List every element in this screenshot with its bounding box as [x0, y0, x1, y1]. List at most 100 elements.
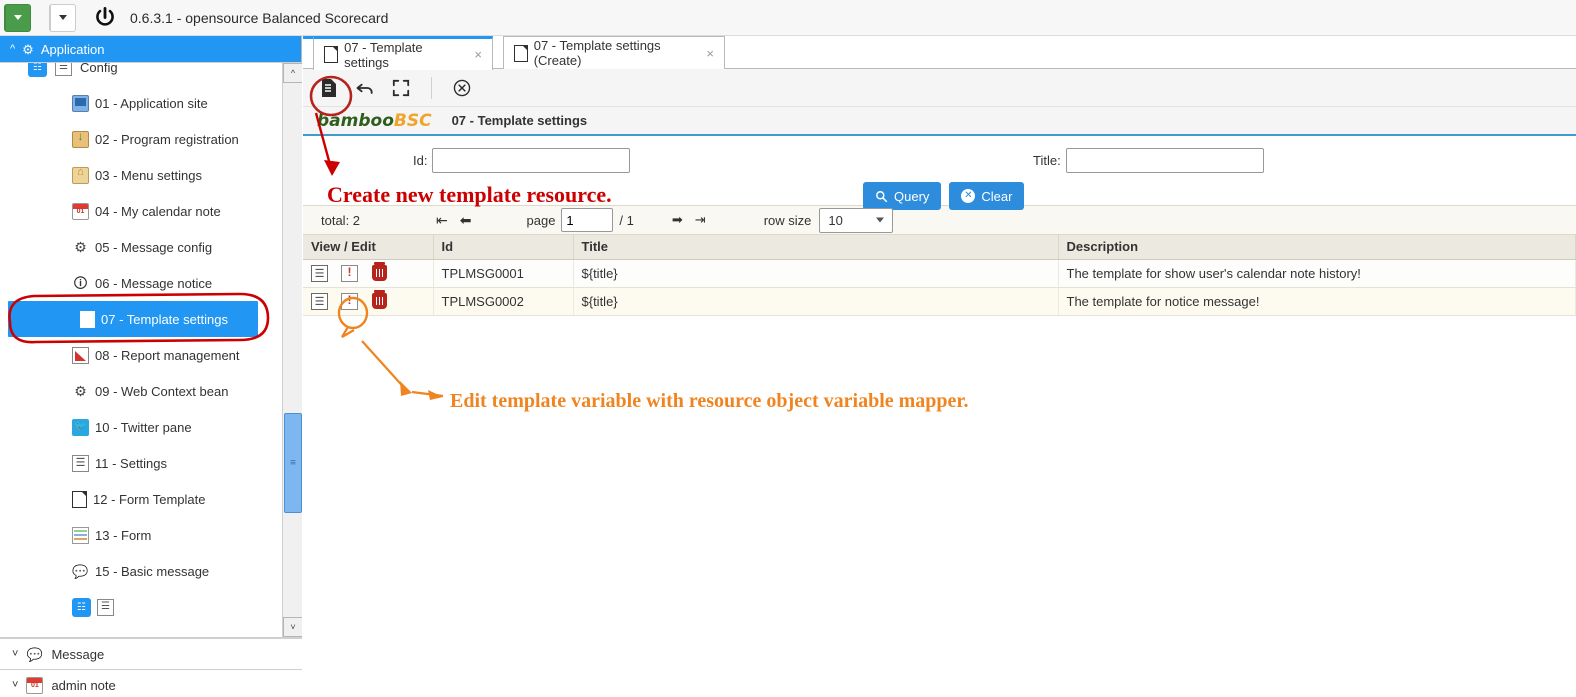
chat-icon: 💬 — [26, 646, 44, 662]
tab-close-icon[interactable]: × — [474, 47, 482, 62]
chevron-down-icon: ˅ — [12, 647, 19, 660]
row-size-select[interactable]: 10 — [819, 207, 894, 233]
sidebar-item-application-site[interactable]: 01 - Application site — [0, 85, 281, 121]
view-icon[interactable]: ☰ — [311, 292, 328, 310]
tab-template-settings[interactable]: 07 - Template settings × — [313, 36, 493, 70]
list-icon: ☰ — [72, 454, 89, 472]
help-button[interactable]: Help — [49, 3, 1576, 71]
tab-close-icon[interactable]: × — [706, 46, 714, 61]
sidebar-item-config[interactable]: ☷ ☰ Config — [0, 63, 281, 85]
form-icon — [72, 526, 89, 544]
row-actions: ☰ — [303, 287, 434, 316]
top-toolbar: ⚙ Application Help 0.6.3.1 - opensource … — [0, 0, 1576, 71]
scroll-down-button[interactable]: ˅ — [283, 617, 302, 637]
config-badge-icon: ☷ — [28, 63, 47, 77]
pagination-prev-group: ⇤ ⬅ — [436, 212, 471, 229]
document-icon — [80, 310, 95, 328]
sidebar-header-application[interactable]: ^ ⚙ Application — [0, 36, 301, 62]
document-icon — [324, 46, 339, 63]
sidebar-tree-list: ☷ ☰ Config 01 - Application site 02 - Pr… — [0, 63, 281, 625]
sidebar-item-program-registration[interactable]: 02 - Program registration — [0, 121, 281, 157]
page-input[interactable] — [561, 208, 614, 232]
sidebar-item-basic-message[interactable]: 💬 15 - Basic message — [0, 553, 281, 589]
sidebar-tree-viewport: ☷ ☰ Config 01 - Application site 02 - Pr… — [0, 63, 281, 637]
query-button-label: Query — [894, 188, 930, 204]
column-header-view-edit: View / Edit — [303, 235, 434, 260]
id-field-group: Id: — [413, 148, 631, 173]
sidebar-item-label: 12 - Form Template — [93, 491, 206, 507]
sidebar-item-template-settings[interactable]: 07 - Template settings — [8, 301, 258, 337]
query-button[interactable]: Query — [863, 182, 942, 210]
edit-icon[interactable] — [341, 264, 358, 282]
title-field-group: Title: — [1033, 148, 1264, 173]
next-page-icon[interactable]: ➡ — [672, 212, 683, 228]
id-input[interactable] — [432, 148, 631, 173]
sidebar-item-form-template[interactable]: 12 - Form Template — [0, 481, 281, 517]
sidebar-item-menu-settings[interactable]: 03 - Menu settings — [0, 157, 281, 193]
application-window: ⚙ Application Help 0.6.3.1 - opensource … — [0, 0, 1576, 697]
sidebar-item-report-management[interactable]: 08 - Report management — [0, 337, 281, 373]
last-page-icon[interactable]: ⇥ — [695, 212, 706, 228]
title-input[interactable] — [1065, 148, 1264, 173]
sidebar-item-message-config[interactable]: ⚙ 05 - Message config — [0, 229, 281, 265]
folder-icon — [72, 166, 89, 184]
scrollbar-thumb[interactable] — [284, 413, 302, 513]
sidebar-item-message-notice[interactable]: 🛈 06 - Message notice — [0, 265, 281, 301]
sidebar-item-label: 07 - Template settings — [101, 311, 228, 327]
config-icon: ☰ — [97, 598, 114, 616]
edit-icon[interactable] — [341, 292, 358, 310]
cell-id: TPLMSG0002 — [433, 287, 574, 316]
chevron-down-icon — [876, 217, 885, 223]
view-icon[interactable]: ☰ — [311, 264, 328, 282]
undo-button[interactable] — [349, 73, 381, 103]
new-document-button[interactable] — [313, 73, 345, 103]
fullscreen-button[interactable] — [385, 73, 417, 103]
delete-icon[interactable] — [371, 262, 388, 282]
row-actions: ☰ — [303, 259, 434, 288]
sidebar-group-message[interactable]: ˅ 💬 Message — [0, 638, 302, 669]
scroll-up-button[interactable]: ^ — [283, 63, 302, 83]
sidebar-item-label: 13 - Form — [95, 527, 152, 543]
sidebar-item-label: 15 - Basic message — [95, 563, 210, 579]
chevron-up-icon: ^ — [10, 42, 16, 55]
column-header-id: Id — [433, 235, 574, 260]
chevron-down-icon: ˅ — [12, 678, 19, 691]
sidebar-item-label: 11 - Settings — [95, 455, 168, 471]
close-button[interactable] — [446, 73, 478, 103]
sidebar-item-my-calendar-note[interactable]: 04 - My calendar note — [0, 193, 281, 229]
sidebar-item-web-context-bean[interactable]: ⚙ 09 - Web Context bean — [0, 373, 281, 409]
prev-page-icon[interactable]: ⬅ — [460, 212, 472, 229]
sidebar-item-label: 10 - Twitter pane — [95, 419, 192, 435]
brand-part-bsc: BSC — [393, 110, 432, 131]
sidebar-item-twitter-pane[interactable]: 🐦 10 - Twitter pane — [0, 409, 281, 445]
table-row[interactable]: ☰ TPLMSG0001 ${title} The template for s… — [303, 259, 1576, 288]
column-header-description: Description — [1058, 235, 1576, 260]
first-page-icon[interactable]: ⇤ — [436, 212, 448, 229]
sidebar: ^ ⚙ Application ☷ ☰ Config 01 - Applicat… — [0, 36, 302, 697]
document-icon — [72, 490, 87, 508]
clear-button[interactable]: ✕ Clear — [949, 182, 1025, 210]
row-size-group: row size 10 — [763, 207, 894, 233]
clear-button-label: Clear — [981, 188, 1013, 204]
power-icon[interactable] — [92, 5, 118, 31]
tab-template-settings-create[interactable]: 07 - Template settings (Create) × — [503, 36, 725, 69]
chat-icon: 💬 — [72, 563, 89, 579]
help-dropdown-button[interactable] — [50, 4, 75, 31]
sidebar-item-label: 01 - Application site — [95, 95, 208, 111]
application-menu-dropdown[interactable] — [5, 4, 30, 31]
package-icon — [72, 130, 89, 148]
sidebar-item-partial[interactable]: ☷ ☰ — [0, 589, 281, 625]
brand-logo: bambooBSC — [317, 111, 432, 131]
application-menu-button[interactable]: ⚙ Application — [4, 3, 1576, 71]
delete-icon[interactable] — [371, 290, 388, 310]
sidebar-scrollbar[interactable]: ^ ˅ — [282, 63, 302, 637]
sidebar-group-admin-note[interactable]: ˅ admin note — [0, 669, 302, 697]
table-row[interactable]: ☰ TPLMSG0002 ${title} The template for n… — [303, 287, 1576, 316]
brand-bar: bambooBSC 07 - Template settings — [303, 107, 1576, 136]
gear-icon: ⚙ — [74, 239, 87, 255]
row-size-label: row size — [763, 212, 812, 228]
content-page-title: 07 - Template settings — [451, 113, 588, 128]
sidebar-item-form[interactable]: 13 - Form — [0, 517, 281, 553]
id-field-label: Id: — [413, 153, 428, 168]
sidebar-item-settings[interactable]: ☰ 11 - Settings — [0, 445, 281, 481]
